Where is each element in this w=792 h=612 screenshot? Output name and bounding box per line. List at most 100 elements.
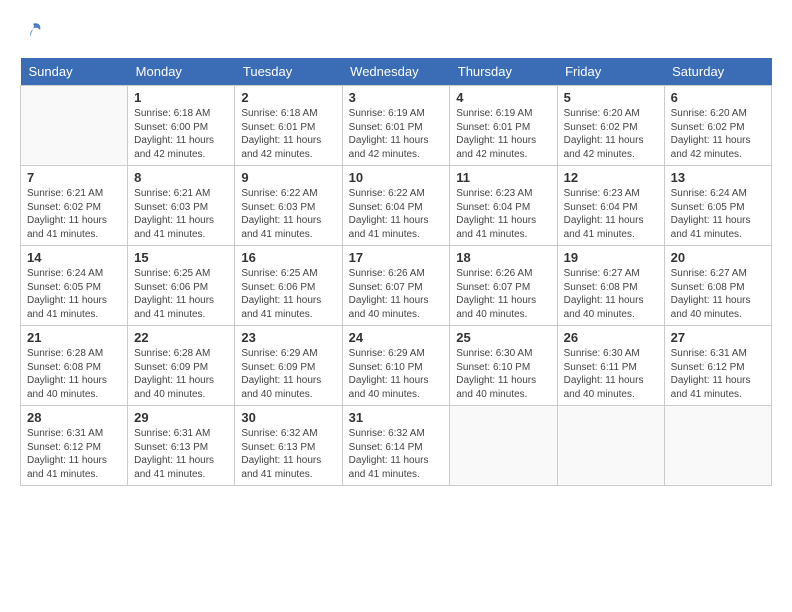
calendar-cell: 16 Sunrise: 6:25 AM Sunset: 6:06 PM Dayli…	[235, 246, 342, 326]
calendar-cell: 28 Sunrise: 6:31 AM Sunset: 6:12 PM Dayli…	[21, 406, 128, 486]
day-number: 2	[241, 90, 335, 105]
calendar-cell: 30 Sunrise: 6:32 AM Sunset: 6:13 PM Dayli…	[235, 406, 342, 486]
day-number: 29	[134, 410, 228, 425]
day-info: Sunrise: 6:25 AM Sunset: 6:06 PM Dayligh…	[134, 267, 228, 321]
day-info: Sunrise: 6:21 AM Sunset: 6:02 PM Dayligh…	[27, 187, 121, 241]
day-number: 19	[564, 250, 658, 265]
day-number: 22	[134, 330, 228, 345]
calendar-cell: 26Sunrise: 6:30 AM Sunset: 6:11 PM Dayli…	[557, 326, 664, 406]
calendar-cell: 5Sunrise: 6:20 AM Sunset: 6:02 PM Daylig…	[557, 86, 664, 166]
calendar-cell: 21Sunrise: 6:28 AM Sunset: 6:08 PM Dayli…	[21, 326, 128, 406]
calendar-cell: 6 Sunrise: 6:20 AM Sunset: 6:02 PM Daylig…	[664, 86, 771, 166]
calendar-cell	[557, 406, 664, 486]
calendar-cell: 24Sunrise: 6:29 AM Sunset: 6:10 PM Dayli…	[342, 326, 450, 406]
day-info: Sunrise: 6:19 AM Sunset: 6:01 PM Dayligh…	[456, 107, 550, 161]
day-info: Sunrise: 6:32 AM Sunset: 6:13 PM Dayligh…	[241, 427, 335, 481]
day-info: Sunrise: 6:25 AM Sunset: 6:06 PM Dayligh…	[241, 267, 335, 321]
day-number: 5	[564, 90, 658, 105]
day-number: 18	[456, 250, 550, 265]
day-number: 30	[241, 410, 335, 425]
calendar-cell: 13 Sunrise: 6:24 AM Sunset: 6:05 PM Dayli…	[664, 166, 771, 246]
calendar-cell: 3Sunrise: 6:19 AM Sunset: 6:01 PM Daylig…	[342, 86, 450, 166]
calendar-cell	[450, 406, 557, 486]
day-info: Sunrise: 6:31 AM Sunset: 6:13 PM Dayligh…	[134, 427, 228, 481]
day-info: Sunrise: 6:21 AM Sunset: 6:03 PM Dayligh…	[134, 187, 228, 241]
weekday-header-thursday: Thursday	[450, 58, 557, 86]
day-info: Sunrise: 6:28 AM Sunset: 6:09 PM Dayligh…	[134, 347, 228, 401]
calendar-cell: 11 Sunrise: 6:23 AM Sunset: 6:04 PM Dayli…	[450, 166, 557, 246]
day-number: 16	[241, 250, 335, 265]
calendar-cell: 29 Sunrise: 6:31 AM Sunset: 6:13 PM Dayli…	[128, 406, 235, 486]
day-info: Sunrise: 6:27 AM Sunset: 6:08 PM Dayligh…	[671, 267, 765, 321]
calendar-cell: 12 Sunrise: 6:23 AM Sunset: 6:04 PM Dayli…	[557, 166, 664, 246]
day-info: Sunrise: 6:18 AM Sunset: 6:01 PM Dayligh…	[241, 107, 335, 161]
calendar-cell: 1Sunrise: 6:18 AM Sunset: 6:00 PM Daylig…	[128, 86, 235, 166]
calendar-week-row: 7Sunrise: 6:21 AM Sunset: 6:02 PM Daylig…	[21, 166, 772, 246]
calendar-cell: 9 Sunrise: 6:22 AM Sunset: 6:03 PM Daylig…	[235, 166, 342, 246]
calendar-cell: 20 Sunrise: 6:27 AM Sunset: 6:08 PM Dayli…	[664, 246, 771, 326]
day-number: 31	[349, 410, 444, 425]
calendar-cell: 22 Sunrise: 6:28 AM Sunset: 6:09 PM Dayli…	[128, 326, 235, 406]
calendar-cell: 27 Sunrise: 6:31 AM Sunset: 6:12 PM Dayli…	[664, 326, 771, 406]
day-info: Sunrise: 6:24 AM Sunset: 6:05 PM Dayligh…	[671, 187, 765, 241]
calendar-cell	[664, 406, 771, 486]
day-info: Sunrise: 6:26 AM Sunset: 6:07 PM Dayligh…	[456, 267, 550, 321]
day-number: 24	[349, 330, 444, 345]
day-info: Sunrise: 6:24 AM Sunset: 6:05 PM Dayligh…	[27, 267, 121, 321]
calendar-week-row: 1Sunrise: 6:18 AM Sunset: 6:00 PM Daylig…	[21, 86, 772, 166]
calendar-cell: 15 Sunrise: 6:25 AM Sunset: 6:06 PM Dayli…	[128, 246, 235, 326]
day-info: Sunrise: 6:30 AM Sunset: 6:10 PM Dayligh…	[456, 347, 550, 401]
day-number: 9	[241, 170, 335, 185]
day-number: 13	[671, 170, 765, 185]
day-info: Sunrise: 6:19 AM Sunset: 6:01 PM Dayligh…	[349, 107, 444, 161]
day-info: Sunrise: 6:31 AM Sunset: 6:12 PM Dayligh…	[27, 427, 121, 481]
day-number: 8	[134, 170, 228, 185]
day-info: Sunrise: 6:23 AM Sunset: 6:04 PM Dayligh…	[456, 187, 550, 241]
weekday-header-friday: Friday	[557, 58, 664, 86]
day-number: 14	[27, 250, 121, 265]
weekday-header-saturday: Saturday	[664, 58, 771, 86]
day-info: Sunrise: 6:26 AM Sunset: 6:07 PM Dayligh…	[349, 267, 444, 321]
calendar-cell: 10Sunrise: 6:22 AM Sunset: 6:04 PM Dayli…	[342, 166, 450, 246]
day-number: 20	[671, 250, 765, 265]
day-number: 4	[456, 90, 550, 105]
page-header	[20, 20, 772, 42]
logo	[20, 20, 46, 42]
day-number: 27	[671, 330, 765, 345]
calendar-cell: 4 Sunrise: 6:19 AM Sunset: 6:01 PM Daylig…	[450, 86, 557, 166]
day-number: 15	[134, 250, 228, 265]
day-info: Sunrise: 6:20 AM Sunset: 6:02 PM Dayligh…	[671, 107, 765, 161]
calendar-week-row: 28 Sunrise: 6:31 AM Sunset: 6:12 PM Dayli…	[21, 406, 772, 486]
calendar-cell: 25 Sunrise: 6:30 AM Sunset: 6:10 PM Dayli…	[450, 326, 557, 406]
day-info: Sunrise: 6:31 AM Sunset: 6:12 PM Dayligh…	[671, 347, 765, 401]
day-info: Sunrise: 6:27 AM Sunset: 6:08 PM Dayligh…	[564, 267, 658, 321]
calendar-cell: 14 Sunrise: 6:24 AM Sunset: 6:05 PM Dayli…	[21, 246, 128, 326]
day-info: Sunrise: 6:29 AM Sunset: 6:09 PM Dayligh…	[241, 347, 335, 401]
day-info: Sunrise: 6:22 AM Sunset: 6:03 PM Dayligh…	[241, 187, 335, 241]
logo-bird-icon	[22, 20, 44, 42]
calendar-cell: 2 Sunrise: 6:18 AM Sunset: 6:01 PM Daylig…	[235, 86, 342, 166]
day-info: Sunrise: 6:23 AM Sunset: 6:04 PM Dayligh…	[564, 187, 658, 241]
day-number: 23	[241, 330, 335, 345]
calendar-cell	[21, 86, 128, 166]
logo-text-block	[20, 20, 46, 42]
calendar-cell: 19 Sunrise: 6:27 AM Sunset: 6:08 PM Dayli…	[557, 246, 664, 326]
day-number: 17	[349, 250, 444, 265]
weekday-header-wednesday: Wednesday	[342, 58, 450, 86]
day-number: 6	[671, 90, 765, 105]
calendar-cell: 8 Sunrise: 6:21 AM Sunset: 6:03 PM Daylig…	[128, 166, 235, 246]
calendar-week-row: 21Sunrise: 6:28 AM Sunset: 6:08 PM Dayli…	[21, 326, 772, 406]
day-info: Sunrise: 6:30 AM Sunset: 6:11 PM Dayligh…	[564, 347, 658, 401]
day-number: 10	[349, 170, 444, 185]
day-number: 12	[564, 170, 658, 185]
day-info: Sunrise: 6:32 AM Sunset: 6:14 PM Dayligh…	[349, 427, 444, 481]
calendar-cell: 31 Sunrise: 6:32 AM Sunset: 6:14 PM Dayli…	[342, 406, 450, 486]
calendar-cell: 17 Sunrise: 6:26 AM Sunset: 6:07 PM Dayli…	[342, 246, 450, 326]
calendar-table: SundayMondayTuesdayWednesdayThursdayFrid…	[20, 58, 772, 486]
day-number: 28	[27, 410, 121, 425]
calendar-header-row: SundayMondayTuesdayWednesdayThursdayFrid…	[21, 58, 772, 86]
calendar-cell: 7Sunrise: 6:21 AM Sunset: 6:02 PM Daylig…	[21, 166, 128, 246]
day-number: 11	[456, 170, 550, 185]
day-info: Sunrise: 6:28 AM Sunset: 6:08 PM Dayligh…	[27, 347, 121, 401]
day-number: 25	[456, 330, 550, 345]
